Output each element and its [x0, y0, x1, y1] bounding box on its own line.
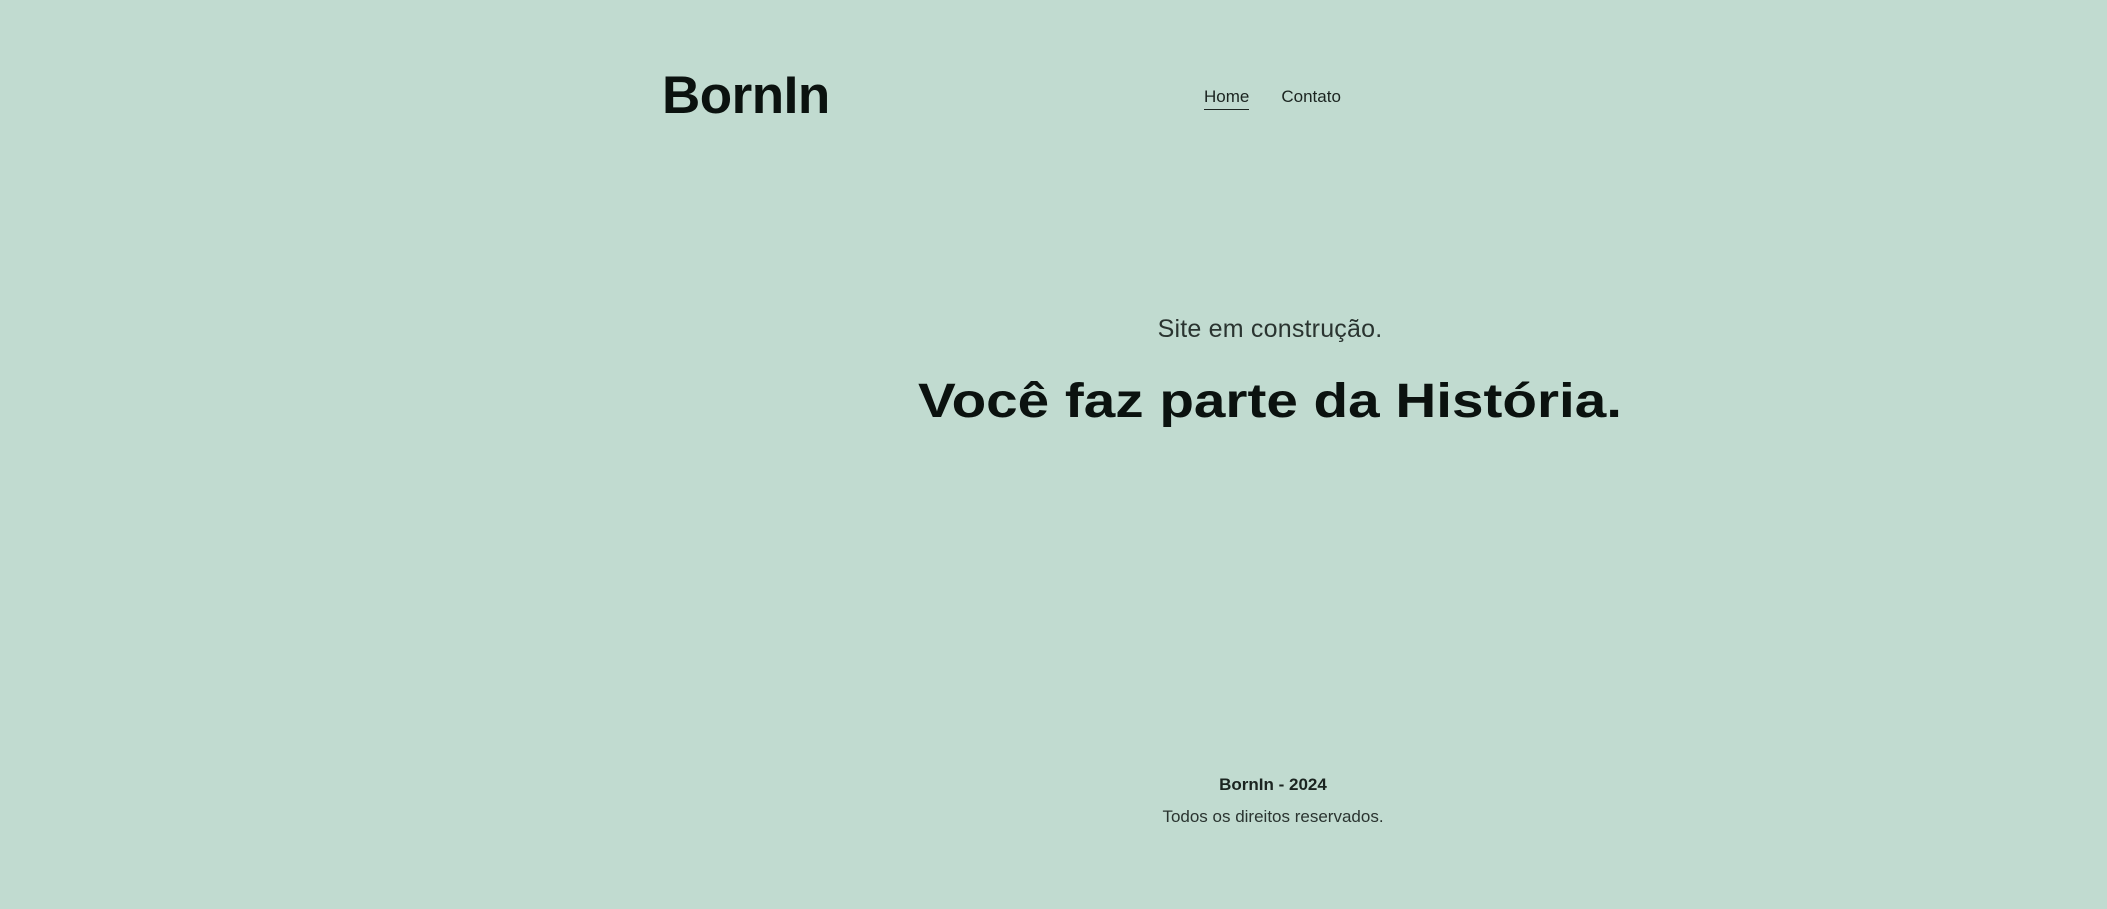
footer-copyright: Todos os direitos reservados.: [1162, 807, 1384, 826]
hero-headline: Você faz parte da História.: [917, 375, 1623, 428]
hero-subtitle: Site em construção.: [1157, 315, 1383, 343]
nav-link-contato[interactable]: Contato: [1281, 86, 1341, 110]
site-logo[interactable]: BornIn: [662, 64, 830, 128]
nav-link-home[interactable]: Home: [1204, 86, 1250, 110]
main-nav: Home Contato: [1204, 86, 1341, 110]
footer-brand: BornIn - 2024: [1219, 775, 1327, 794]
